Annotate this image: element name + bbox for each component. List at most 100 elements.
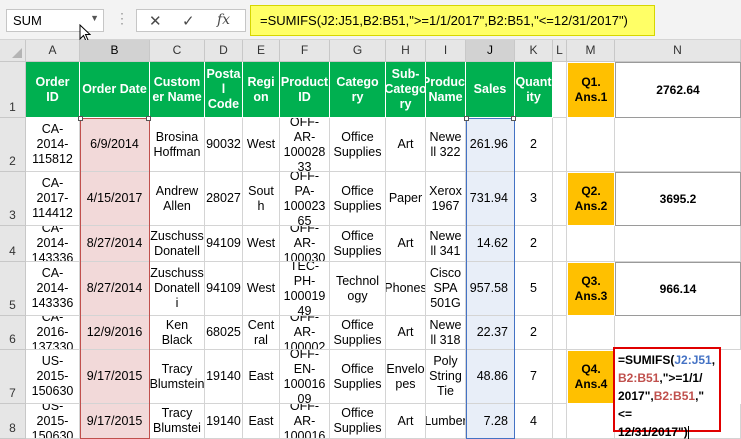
cell-order-date[interactable]: 8/27/2014 bbox=[80, 262, 150, 316]
cell-customer[interactable]: Andrew Allen bbox=[150, 172, 205, 226]
cell-category[interactable]: Office Supplies bbox=[330, 404, 386, 439]
cell-m8[interactable] bbox=[567, 404, 615, 439]
column-header-h[interactable]: H bbox=[386, 40, 426, 62]
cell-customer[interactable]: Tracy Blumstei bbox=[150, 404, 205, 439]
answer-label-3[interactable]: Q3. Ans.3 bbox=[567, 262, 615, 316]
row-header-8[interactable]: 8 bbox=[0, 404, 26, 439]
cell-n4[interactable] bbox=[615, 226, 741, 262]
cell-sub-category[interactable]: Art bbox=[386, 316, 426, 350]
insert-function-icon[interactable]: fx bbox=[217, 12, 230, 28]
cell-order-date[interactable]: 9/17/2015 bbox=[80, 350, 150, 404]
enter-icon[interactable]: ✓ bbox=[182, 12, 195, 30]
column-header-d[interactable]: D bbox=[205, 40, 243, 62]
cell-product-name[interactable]: Newe ll 322 bbox=[426, 118, 466, 172]
cell-quantity[interactable]: 4 bbox=[515, 404, 553, 439]
header-customer-name[interactable]: Custom er Name bbox=[150, 62, 205, 118]
cell-region[interactable]: Sout h bbox=[243, 172, 280, 226]
range-b-handle[interactable] bbox=[146, 116, 151, 121]
row-header-5[interactable]: 5 bbox=[0, 262, 26, 316]
answer-value-1[interactable]: 2762.64 bbox=[615, 62, 741, 118]
cell-order-date[interactable]: 12/9/2016 bbox=[80, 316, 150, 350]
range-j-handle[interactable] bbox=[464, 116, 469, 121]
column-header-f[interactable]: F bbox=[280, 40, 330, 62]
column-header-e[interactable]: E bbox=[243, 40, 280, 62]
answer-label-4[interactable]: Q4. Ans.4 bbox=[567, 350, 615, 404]
name-box-dropdown-icon[interactable]: ▼ bbox=[90, 13, 99, 23]
cell-n2[interactable] bbox=[615, 118, 741, 172]
cell-m2[interactable] bbox=[567, 118, 615, 172]
cell-order-id[interactable]: US-2015- 150630 bbox=[26, 350, 80, 404]
cell-order-id[interactable]: CA-2014- 115812 bbox=[26, 118, 80, 172]
cell-l7[interactable] bbox=[553, 350, 567, 404]
cell-l5[interactable] bbox=[553, 262, 567, 316]
cell-quantity[interactable]: 3 bbox=[515, 172, 553, 226]
cell-l8[interactable] bbox=[553, 404, 567, 439]
cell-postal[interactable]: 68025 bbox=[205, 316, 243, 350]
cell-order-date[interactable]: 9/17/2015 bbox=[80, 404, 150, 439]
cell-l2[interactable] bbox=[553, 118, 567, 172]
cell-product-id[interactable]: OFF-EN- 100016 09 bbox=[280, 350, 330, 404]
cell-sales[interactable]: 957.58 bbox=[466, 262, 515, 316]
cell-l4[interactable] bbox=[553, 226, 567, 262]
cell-sub-category[interactable]: Art bbox=[386, 226, 426, 262]
cell-sales[interactable]: 48.86 bbox=[466, 350, 515, 404]
cell-product-id[interactable]: OFF-AR- 100030 bbox=[280, 226, 330, 262]
cell-postal[interactable]: 19140 bbox=[205, 404, 243, 439]
cell-customer[interactable]: Zuschuss Donatell i bbox=[150, 262, 205, 316]
more-options-icon[interactable]: ⋮ bbox=[115, 10, 130, 27]
cell-category[interactable]: Office Supplies bbox=[330, 118, 386, 172]
cell-category[interactable]: Office Supplies bbox=[330, 316, 386, 350]
cell-order-date[interactable]: 8/27/2014 bbox=[80, 226, 150, 262]
cell-sub-category[interactable]: Art bbox=[386, 404, 426, 439]
formula-input[interactable]: =SUMIFS(J2:J51,B2:B51,">=1/1/2017",B2:B5… bbox=[250, 5, 655, 36]
cell-customer[interactable]: Zuschuss Donatell bbox=[150, 226, 205, 262]
cell-region[interactable]: West bbox=[243, 118, 280, 172]
cell-sales[interactable]: 731.94 bbox=[466, 172, 515, 226]
cell-order-id[interactable]: US-2015- 150630 bbox=[26, 404, 80, 439]
cell-postal[interactable]: 19140 bbox=[205, 350, 243, 404]
formula-edit-cell[interactable]: =SUMIFS(J2:J51, B2:B51,">=1/1/ 2017",B2:… bbox=[613, 347, 721, 439]
cell-postal[interactable]: 94109 bbox=[205, 226, 243, 262]
cell-category[interactable]: Technol ogy bbox=[330, 262, 386, 316]
cell-product-id[interactable]: TEC-PH- 100019 49 bbox=[280, 262, 330, 316]
column-header-m[interactable]: M bbox=[567, 40, 615, 62]
header-order-date[interactable]: Order Date bbox=[80, 62, 150, 118]
cell-product-name[interactable]: Newe ll 318 bbox=[426, 316, 466, 350]
header-postal-code[interactable]: Posta l Code bbox=[205, 62, 243, 118]
header-sub-category[interactable]: Sub- Catego ry bbox=[386, 62, 426, 118]
column-header-n[interactable]: N bbox=[615, 40, 741, 62]
cell-customer[interactable]: Brosina Hoffman bbox=[150, 118, 205, 172]
cell-postal[interactable]: 28027 bbox=[205, 172, 243, 226]
cell-sales[interactable]: 7.28 bbox=[466, 404, 515, 439]
row-header-1[interactable]: 1 bbox=[0, 62, 26, 118]
row-header-7[interactable]: 7 bbox=[0, 350, 26, 404]
cell-region[interactable]: West bbox=[243, 262, 280, 316]
cell-postal[interactable]: 94109 bbox=[205, 262, 243, 316]
column-header-i[interactable]: I bbox=[426, 40, 466, 62]
cell-order-id[interactable]: CA-2014- 143336 bbox=[26, 226, 80, 262]
header-region[interactable]: Regi on bbox=[243, 62, 280, 118]
cancel-icon[interactable]: ✕ bbox=[149, 12, 162, 30]
column-header-a[interactable]: A bbox=[26, 40, 80, 62]
cell-n6[interactable] bbox=[615, 316, 741, 350]
header-category[interactable]: Catego ry bbox=[330, 62, 386, 118]
cell-l1[interactable] bbox=[553, 62, 567, 118]
column-header-c[interactable]: C bbox=[150, 40, 205, 62]
range-b-handle[interactable] bbox=[78, 116, 83, 121]
cell-customer[interactable]: Ken Black bbox=[150, 316, 205, 350]
cell-product-name[interactable]: Newe ll 341 bbox=[426, 226, 466, 262]
cell-quantity[interactable]: 7 bbox=[515, 350, 553, 404]
cell-category[interactable]: Office Supplies bbox=[330, 350, 386, 404]
answer-value-2[interactable]: 3695.2 bbox=[615, 172, 741, 226]
cell-sales[interactable]: 14.62 bbox=[466, 226, 515, 262]
row-header-3[interactable]: 3 bbox=[0, 172, 26, 226]
select-all-corner[interactable] bbox=[0, 40, 26, 62]
column-header-b[interactable]: B bbox=[80, 40, 150, 62]
cell-region[interactable]: West bbox=[243, 226, 280, 262]
cell-sub-category[interactable]: Paper bbox=[386, 172, 426, 226]
cell-category[interactable]: Office Supplies bbox=[330, 226, 386, 262]
cell-product-name[interactable]: Poly String Tie bbox=[426, 350, 466, 404]
cell-customer[interactable]: Tracy Blumstein bbox=[150, 350, 205, 404]
answer-value-3[interactable]: 966.14 bbox=[615, 262, 741, 316]
header-sales[interactable]: Sales bbox=[466, 62, 515, 118]
